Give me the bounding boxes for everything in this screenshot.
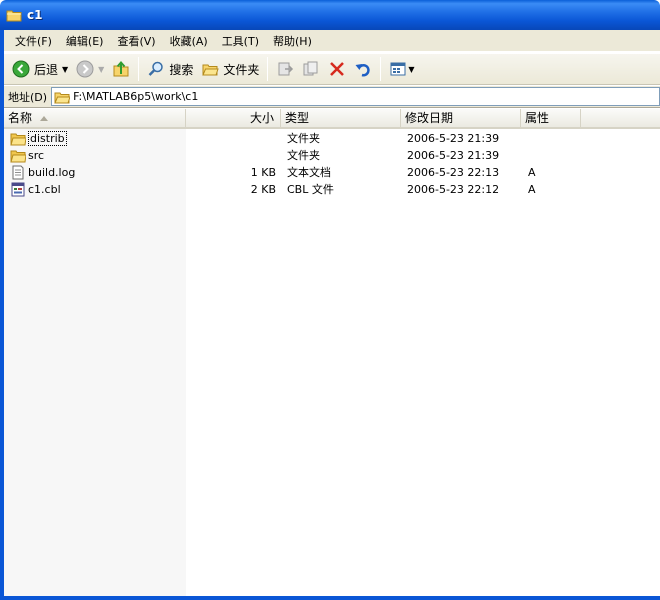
- folder-icon: [202, 64, 220, 76]
- toolbar-separator: [267, 57, 269, 81]
- folder-icon: [10, 150, 26, 163]
- file-size: 1 KB: [250, 166, 276, 179]
- folder-up-icon: [113, 60, 129, 77]
- search-label: 搜索: [169, 62, 194, 77]
- file-type: 文件夹: [287, 149, 320, 162]
- file-type: CBL 文件: [287, 183, 334, 196]
- column-name-label: 名称: [8, 111, 33, 125]
- folder-icon: [6, 10, 22, 22]
- column-type-label: 类型: [285, 111, 310, 125]
- forward-arrow-icon: [76, 60, 94, 78]
- file-list[interactable]: 名称 大小 类型 修改日期 属性 distrib 文件夹 2006-5-23 2…: [4, 109, 660, 596]
- address-label: 地址(D): [8, 90, 48, 104]
- back-button[interactable]: 后退 ▼: [8, 56, 72, 82]
- menu-help[interactable]: 帮助(H): [266, 31, 319, 51]
- menu-favorites[interactable]: 收藏(A): [163, 31, 215, 51]
- column-header-type[interactable]: 类型: [281, 109, 401, 127]
- search-button[interactable]: 搜索: [143, 56, 197, 82]
- file-name-cell: distrib: [10, 130, 186, 147]
- column-attributes-label: 属性: [525, 111, 550, 125]
- file-modified: 2006-5-23 21:39: [407, 132, 500, 145]
- views-button[interactable]: ▼: [385, 56, 418, 82]
- up-button[interactable]: [108, 56, 134, 82]
- file-attributes: A: [528, 166, 536, 179]
- text-file-icon: [12, 165, 24, 180]
- file-name[interactable]: src: [28, 147, 44, 164]
- search-icon: [148, 61, 164, 76]
- move-to-button[interactable]: [272, 56, 298, 82]
- undo-icon: [355, 63, 371, 77]
- forward-button[interactable]: ▼: [72, 56, 108, 82]
- back-arrow-icon: [12, 60, 30, 78]
- folders-label: 文件夹: [223, 62, 260, 77]
- sort-ascending-icon: [40, 116, 49, 121]
- file-name[interactable]: build.log: [28, 164, 75, 181]
- column-header-name[interactable]: 名称: [4, 109, 186, 127]
- menu-edit[interactable]: 编辑(E): [59, 31, 111, 51]
- undo-button[interactable]: [350, 56, 376, 82]
- menu-tools[interactable]: 工具(T): [215, 31, 266, 51]
- column-header-attributes[interactable]: 属性: [521, 109, 581, 127]
- back-label: 后退: [34, 62, 59, 77]
- column-size-label: 大小: [249, 111, 274, 125]
- copy-to-icon: [303, 61, 318, 76]
- file-row[interactable]: build.log 1 KB 文本文档 2006-5-23 22:13 A: [4, 164, 660, 181]
- folders-button[interactable]: 文件夹: [197, 56, 263, 82]
- file-modified: 2006-5-23 21:39: [407, 149, 500, 162]
- file-name-cell: c1.cbl: [10, 181, 186, 198]
- file-type: 文件夹: [287, 132, 320, 145]
- file-name-cell: build.log: [10, 164, 186, 181]
- chevron-down-icon[interactable]: ▼: [408, 65, 414, 74]
- file-name-cell: src: [10, 147, 186, 164]
- title-bar[interactable]: c1: [0, 0, 660, 30]
- menu-view[interactable]: 查看(V): [110, 31, 162, 51]
- file-modified: 2006-5-23 22:12: [407, 183, 500, 196]
- sorted-column-highlight: [4, 129, 186, 596]
- chevron-down-icon[interactable]: ▼: [98, 65, 104, 74]
- views-icon: [390, 62, 406, 76]
- address-bar: 地址(D) F:\MATLAB6p5\work\c1: [4, 86, 660, 108]
- menu-bar: 文件(F) 编辑(E) 查看(V) 收藏(A) 工具(T) 帮助(H): [4, 30, 660, 52]
- folder-icon: [54, 92, 71, 103]
- file-name[interactable]: c1.cbl: [28, 181, 61, 198]
- copy-to-button[interactable]: [298, 56, 324, 82]
- menu-file[interactable]: 文件(F): [8, 31, 59, 51]
- toolbar-separator: [380, 57, 382, 81]
- delete-button[interactable]: [324, 56, 350, 82]
- chevron-down-icon[interactable]: ▼: [62, 65, 68, 74]
- toolbar-separator: [138, 57, 140, 81]
- column-header-size[interactable]: 大小: [186, 109, 281, 127]
- file-size: 2 KB: [250, 183, 276, 196]
- column-header-row: 名称 大小 类型 修改日期 属性: [4, 109, 660, 129]
- move-to-icon: [278, 62, 294, 76]
- column-header-modified[interactable]: 修改日期: [401, 109, 521, 127]
- toolbar: 后退 ▼ ▼ 搜索 文件夹 ▼: [4, 53, 660, 85]
- file-type: 文本文档: [287, 166, 331, 179]
- address-input[interactable]: F:\MATLAB6p5\work\c1: [51, 87, 660, 106]
- file-name[interactable]: distrib: [28, 131, 67, 146]
- delete-icon: [330, 62, 345, 76]
- window-frame-bottom: [0, 596, 660, 600]
- file-attributes: A: [528, 183, 536, 196]
- folder-icon: [10, 133, 26, 146]
- file-row[interactable]: src 文件夹 2006-5-23 21:39: [4, 147, 660, 164]
- window-title: c1: [27, 8, 43, 22]
- cbl-file-icon: [11, 182, 25, 197]
- file-row[interactable]: c1.cbl 2 KB CBL 文件 2006-5-23 22:12 A: [4, 181, 660, 198]
- column-modified-label: 修改日期: [405, 111, 454, 125]
- file-row[interactable]: distrib 文件夹 2006-5-23 21:39: [4, 130, 660, 147]
- file-modified: 2006-5-23 22:13: [407, 166, 500, 179]
- address-path: F:\MATLAB6p5\work\c1: [73, 90, 199, 103]
